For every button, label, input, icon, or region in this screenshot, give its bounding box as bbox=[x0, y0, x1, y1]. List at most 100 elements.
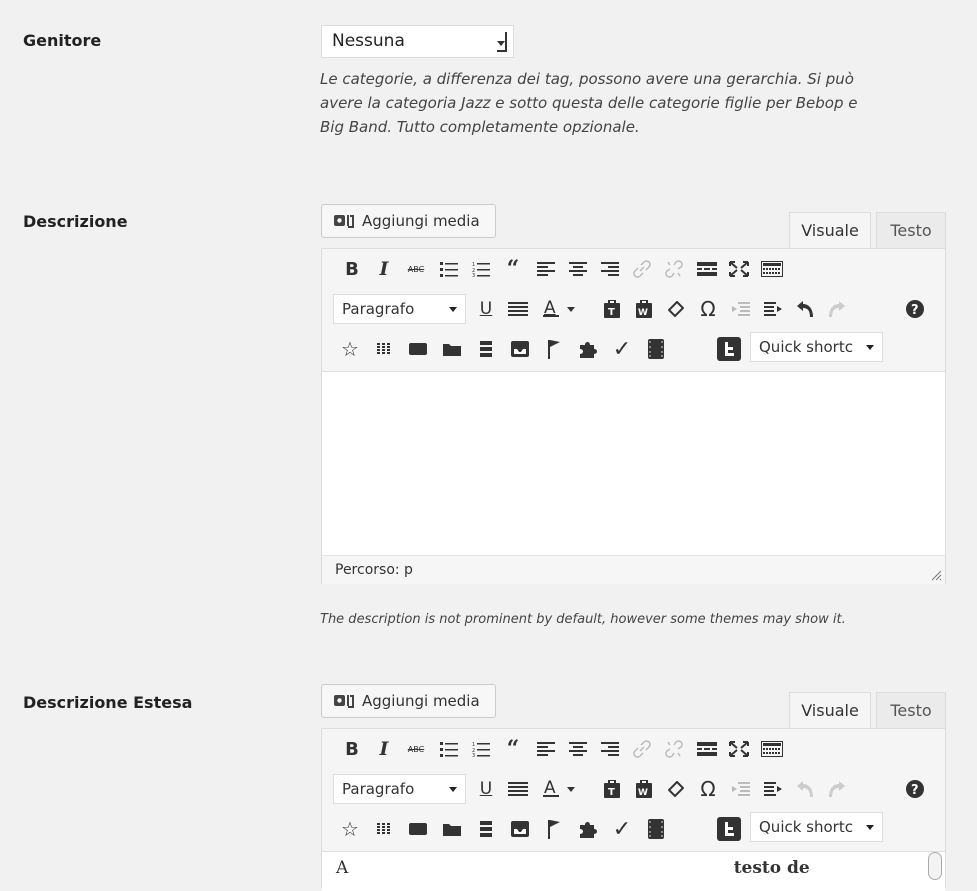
scrollbar-up-button[interactable] bbox=[928, 852, 942, 880]
align-left-icon[interactable] bbox=[532, 249, 560, 289]
toolbar-row-1: B I ABC 123 “ bbox=[322, 249, 945, 289]
shortcode-select-value: Quick shortc bbox=[759, 338, 853, 356]
justify-icon[interactable] bbox=[504, 769, 532, 809]
special-char-icon[interactable]: Ω bbox=[694, 289, 722, 329]
description-content-area[interactable] bbox=[322, 371, 945, 556]
italic-icon[interactable]: I bbox=[370, 729, 398, 769]
align-left-icon[interactable] bbox=[532, 729, 560, 769]
link-icon[interactable] bbox=[628, 729, 656, 769]
puzzle-icon[interactable] bbox=[574, 809, 602, 849]
parent-help-line: Big Band. Tutto completamente opzionale. bbox=[320, 118, 640, 136]
flag-icon[interactable] bbox=[540, 329, 568, 369]
puzzle-icon[interactable] bbox=[574, 329, 602, 369]
strikethrough-icon[interactable]: ABC bbox=[402, 249, 430, 289]
svg-text:?: ? bbox=[911, 783, 919, 798]
clear-formatting-icon[interactable]: W bbox=[630, 289, 658, 329]
svg-text:?: ? bbox=[911, 303, 919, 318]
blockquote-icon[interactable]: “ bbox=[499, 249, 527, 289]
tab-visual[interactable]: Visuale bbox=[789, 692, 871, 728]
twitter-icon[interactable] bbox=[715, 329, 743, 369]
help-icon[interactable]: ? bbox=[901, 289, 929, 329]
columns-icon[interactable] bbox=[370, 329, 398, 369]
text-color-icon[interactable]: A bbox=[540, 289, 580, 329]
align-right-icon[interactable] bbox=[596, 729, 624, 769]
unlink-icon[interactable] bbox=[660, 729, 688, 769]
inbox-icon[interactable] bbox=[506, 809, 534, 849]
bold-icon[interactable]: B bbox=[338, 249, 366, 289]
special-char-icon[interactable]: Ω bbox=[694, 769, 722, 809]
format-select[interactable]: Paragrafo bbox=[333, 294, 466, 324]
tab-visual[interactable]: Visuale bbox=[789, 212, 871, 248]
toolbar-toggle-icon[interactable] bbox=[758, 729, 786, 769]
bullet-list-icon[interactable] bbox=[435, 249, 463, 289]
shortcode-select[interactable]: Quick shortc bbox=[750, 332, 883, 362]
italic-icon[interactable]: I bbox=[370, 249, 398, 289]
text-color-icon[interactable]: A bbox=[540, 769, 580, 809]
indent-icon[interactable] bbox=[759, 289, 787, 329]
list-icon[interactable] bbox=[472, 809, 500, 849]
star-icon[interactable]: ☆ bbox=[336, 329, 364, 369]
outdent-icon[interactable] bbox=[727, 289, 755, 329]
fullscreen-icon[interactable] bbox=[725, 249, 753, 289]
star-icon[interactable]: ☆ bbox=[336, 809, 364, 849]
fullscreen-icon[interactable] bbox=[725, 729, 753, 769]
undo-icon[interactable] bbox=[791, 289, 819, 329]
strikethrough-icon[interactable]: ABC bbox=[402, 729, 430, 769]
extended-content-area[interactable]: A testo de bbox=[322, 851, 945, 891]
columns-icon[interactable] bbox=[370, 809, 398, 849]
format-select[interactable]: Paragrafo bbox=[333, 774, 466, 804]
read-more-icon[interactable] bbox=[693, 729, 721, 769]
toolbar-row-3: ☆ ✓ Quick shortc bbox=[322, 809, 945, 849]
film-icon[interactable] bbox=[642, 329, 670, 369]
indent-icon[interactable] bbox=[759, 769, 787, 809]
blockquote-icon[interactable]: “ bbox=[499, 729, 527, 769]
twitter-icon[interactable] bbox=[715, 809, 743, 849]
numbered-list-icon[interactable]: 123 bbox=[467, 729, 495, 769]
unlink-icon[interactable] bbox=[660, 249, 688, 289]
link-icon[interactable] bbox=[628, 249, 656, 289]
add-media-button[interactable]: Aggiungi media bbox=[321, 204, 496, 238]
tab-text[interactable]: Testo bbox=[876, 692, 946, 728]
box-icon[interactable] bbox=[404, 329, 432, 369]
eraser-icon[interactable] bbox=[662, 769, 690, 809]
folder-icon[interactable] bbox=[438, 809, 466, 849]
checkmark-icon[interactable]: ✓ bbox=[608, 329, 636, 369]
editor-path-bar: Percorso: p bbox=[322, 556, 945, 584]
paste-text-icon[interactable]: T bbox=[598, 289, 626, 329]
tab-text[interactable]: Testo bbox=[876, 212, 946, 248]
bold-icon[interactable]: B bbox=[338, 729, 366, 769]
resize-grip-icon[interactable] bbox=[930, 569, 942, 581]
film-icon[interactable] bbox=[642, 809, 670, 849]
align-center-icon[interactable] bbox=[564, 249, 592, 289]
align-right-icon[interactable] bbox=[596, 249, 624, 289]
undo-icon[interactable] bbox=[791, 769, 819, 809]
redo-icon[interactable] bbox=[823, 769, 851, 809]
add-media-button[interactable]: Aggiungi media bbox=[321, 684, 496, 718]
justify-icon[interactable] bbox=[504, 289, 532, 329]
inbox-icon[interactable] bbox=[506, 329, 534, 369]
toolbar-toggle-icon[interactable] bbox=[758, 249, 786, 289]
list-icon[interactable] bbox=[472, 329, 500, 369]
underline-icon[interactable]: U bbox=[472, 289, 500, 329]
svg-text:W: W bbox=[638, 308, 648, 318]
eraser-icon[interactable] bbox=[662, 289, 690, 329]
help-icon[interactable]: ? bbox=[901, 769, 929, 809]
paste-text-icon[interactable]: T bbox=[598, 769, 626, 809]
bullet-list-icon[interactable] bbox=[435, 729, 463, 769]
folder-icon[interactable] bbox=[438, 329, 466, 369]
box-icon[interactable] bbox=[404, 809, 432, 849]
clear-formatting-icon[interactable]: W bbox=[630, 769, 658, 809]
redo-icon[interactable] bbox=[823, 289, 851, 329]
flag-icon[interactable] bbox=[540, 809, 568, 849]
underline-icon[interactable]: U bbox=[472, 769, 500, 809]
outdent-icon[interactable] bbox=[727, 769, 755, 809]
content-preview-normal: A bbox=[336, 858, 349, 878]
align-center-icon[interactable] bbox=[564, 729, 592, 769]
read-more-icon[interactable] bbox=[693, 249, 721, 289]
shortcode-select-value: Quick shortc bbox=[759, 818, 853, 836]
parent-select[interactable]: Nessuna bbox=[321, 25, 514, 58]
toolbar-row-1: B I ABC 123 “ bbox=[322, 729, 945, 769]
shortcode-select[interactable]: Quick shortc bbox=[750, 812, 883, 842]
checkmark-icon[interactable]: ✓ bbox=[608, 809, 636, 849]
numbered-list-icon[interactable]: 123 bbox=[467, 249, 495, 289]
